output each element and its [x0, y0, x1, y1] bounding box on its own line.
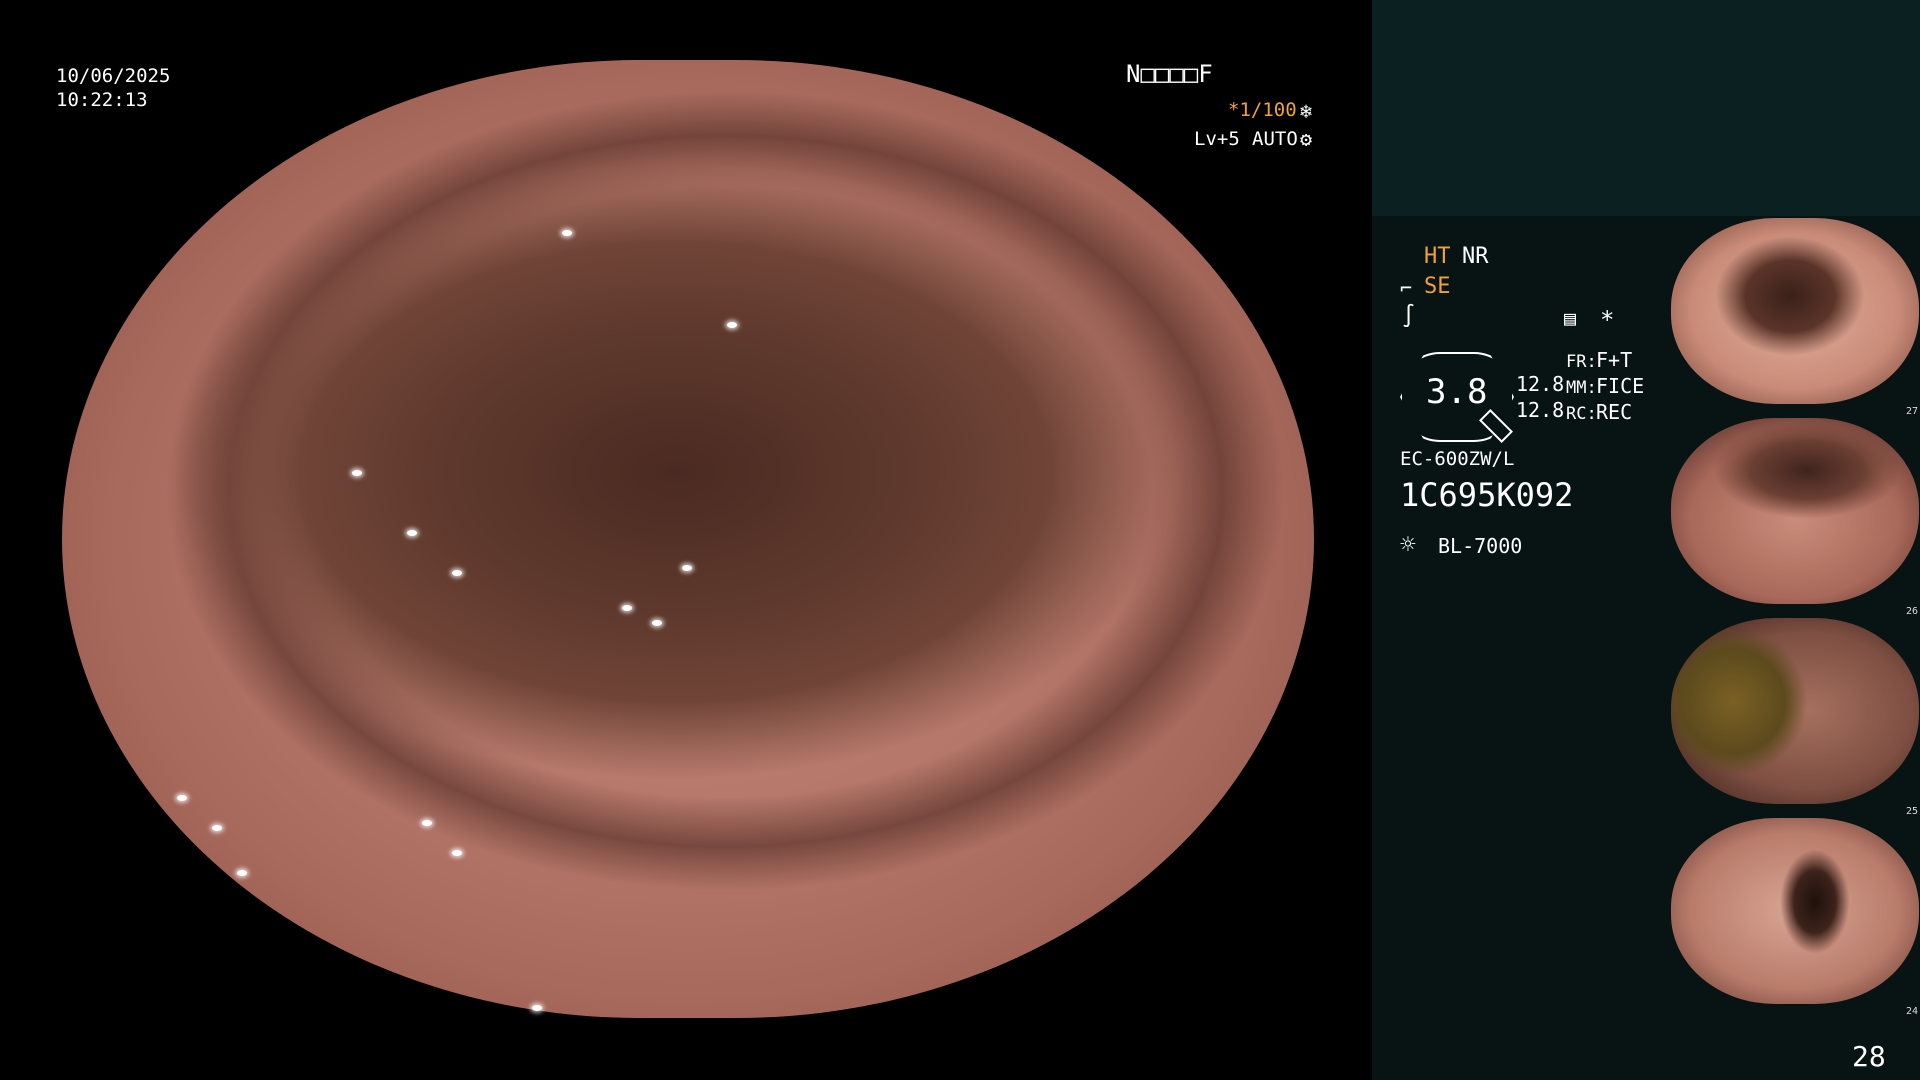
zoom-value-2: 12.8 [1516, 398, 1565, 422]
scale-value: 3.8 [1426, 372, 1488, 412]
highlight [532, 1005, 542, 1011]
ht-label: HT [1424, 244, 1451, 269]
highlight [422, 820, 432, 826]
list-icon: ▤ [1564, 306, 1577, 330]
mm-value: FICE [1596, 374, 1645, 398]
scope-model: EC-600ZW/L [1400, 448, 1515, 470]
highlight [562, 230, 572, 236]
patient-code: N□□□□F [1126, 60, 1213, 88]
thumbnail-number: 26 [1906, 606, 1919, 617]
fr-label: FR: [1566, 352, 1597, 372]
endoscopic-image [62, 60, 1314, 1018]
highlight [352, 470, 362, 476]
time-label: 10:22:13 [56, 89, 148, 111]
fr-value: F+T [1596, 348, 1633, 372]
side-panel-header [1372, 0, 1920, 216]
highlight [452, 850, 462, 856]
highlight [452, 570, 462, 576]
sun-icon: ☼ [1400, 530, 1416, 560]
highlight [237, 870, 247, 876]
mode-label: AUTO [1252, 128, 1298, 150]
shutter-speed: *1/100 [1228, 99, 1297, 121]
level-label: Lv+5 [1194, 128, 1240, 150]
endoscopy-main-view: 10/06/2025 10:22:13 N□□□□F *1/100 ❄ Lv+5… [0, 0, 1372, 1080]
thumbnail-number: 27 [1906, 406, 1919, 417]
snowflake-icon: ❄ [1300, 99, 1313, 123]
gear-icon: ⚙ [1300, 127, 1313, 151]
highlight [682, 565, 692, 571]
image-counter: 28 [1852, 1040, 1886, 1073]
scope-icon: ⌐ [1400, 276, 1413, 300]
highlight [407, 530, 417, 536]
nr-label: NR [1462, 244, 1489, 269]
highlight [212, 825, 222, 831]
rc-value: REC [1596, 400, 1633, 424]
zoom-value-1: 12.8 [1516, 372, 1565, 396]
rc-label: RC: [1566, 404, 1597, 424]
date-label: 10/06/2025 [56, 65, 171, 87]
star-label: * [1600, 306, 1615, 334]
highlight [177, 795, 187, 801]
curve-icon: ∫ [1402, 304, 1416, 329]
thumbnail-number: 24 [1906, 1006, 1919, 1017]
mm-label: MM: [1566, 378, 1597, 398]
thumbnail-1[interactable] [1671, 218, 1919, 404]
se-label: SE [1424, 274, 1451, 299]
thumbnail-3[interactable] [1671, 618, 1919, 804]
thumbnail-4[interactable] [1671, 818, 1919, 1004]
scope-serial: 1C695K092 [1400, 476, 1574, 514]
thumbnail-number: 25 [1906, 806, 1919, 817]
highlight [652, 620, 662, 626]
highlight [622, 605, 632, 611]
thumbnail-2[interactable] [1671, 418, 1919, 604]
light-source: BL-7000 [1438, 534, 1523, 558]
highlight [727, 322, 737, 328]
